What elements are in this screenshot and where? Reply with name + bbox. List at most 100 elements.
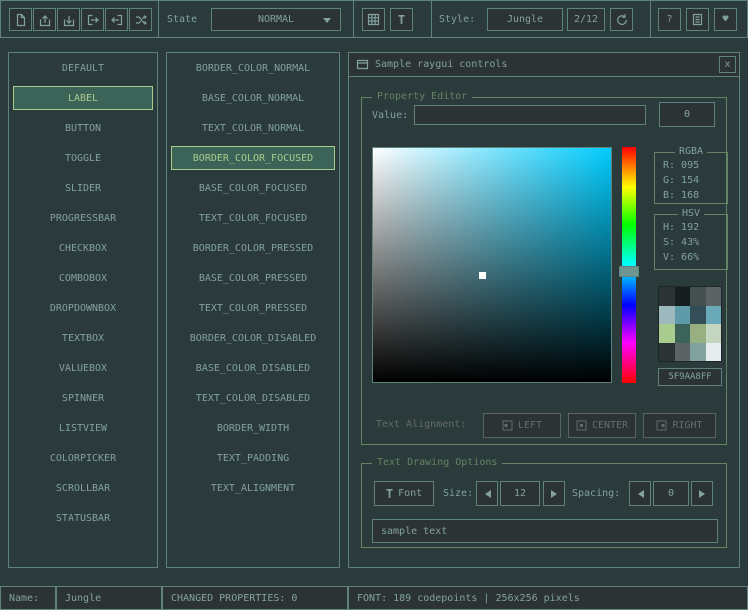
load-style-button[interactable] — [33, 8, 56, 31]
controls-list: DEFAULT LABEL BUTTON TOGGLE SLIDER PROGR… — [8, 52, 158, 568]
control-list-item[interactable]: TEXTBOX — [13, 326, 153, 350]
control-list-item[interactable]: SPINNER — [13, 386, 153, 410]
value-input[interactable] — [414, 105, 646, 125]
control-list-item[interactable]: CHECKBOX — [13, 236, 153, 260]
property-list-item[interactable]: TEXT_PADDING — [171, 446, 335, 470]
property-list-item[interactable]: TEXT_COLOR_FOCUSED — [171, 206, 335, 230]
window-title: Sample raygui controls — [375, 59, 507, 70]
toolbar: State NORMAL T Style: Jungle 2/12 ? — [0, 0, 748, 38]
import-file-icon — [110, 13, 124, 27]
hue-bar[interactable] — [622, 147, 636, 383]
palette-swatch[interactable] — [706, 343, 722, 362]
state-label: State — [167, 1, 197, 37]
arrow-left-icon — [481, 490, 491, 498]
control-list-item[interactable]: VALUEBOX — [13, 356, 153, 380]
property-editor-title: Property Editor — [372, 91, 472, 102]
palette-swatch[interactable] — [659, 343, 675, 362]
hex-color-input[interactable]: 5F9AA8FF — [658, 368, 722, 386]
window-titlebar[interactable]: Sample raygui controls x — [349, 53, 739, 77]
control-list-item-selected[interactable]: LABEL — [13, 86, 153, 110]
help-icon: ? — [666, 14, 672, 25]
align-left-button[interactable]: LEFT — [483, 413, 561, 438]
control-list-item[interactable]: SLIDER — [13, 176, 153, 200]
property-list-item-selected[interactable]: BORDER_COLOR_FOCUSED — [171, 146, 335, 170]
palette-swatch[interactable] — [659, 324, 675, 343]
control-list-item[interactable]: DROPDOWNBOX — [13, 296, 153, 320]
property-list-item[interactable]: BORDER_COLOR_NORMAL — [171, 56, 335, 80]
spacing-value-box[interactable]: 0 — [653, 481, 689, 506]
text-alignment-label: Text Alignment: — [376, 419, 466, 430]
control-list-item[interactable]: DEFAULT — [13, 56, 153, 80]
property-list-item[interactable]: TEXT_COLOR_NORMAL — [171, 116, 335, 140]
value-counter-button[interactable]: 0 — [659, 102, 715, 127]
control-list-item[interactable]: PROGRESSBAR — [13, 206, 153, 230]
property-list-item[interactable]: BORDER_WIDTH — [171, 416, 335, 440]
property-list-item[interactable]: TEXT_ALIGNMENT — [171, 476, 335, 500]
palette-swatch[interactable] — [690, 324, 706, 343]
hex-color-value: 5F9AA8FF — [668, 372, 711, 382]
window-close-button[interactable]: x — [719, 56, 736, 73]
about-button[interactable] — [686, 8, 709, 31]
control-list-item[interactable]: STATUSBAR — [13, 506, 153, 530]
property-editor-group: Property Editor Value: 0 RGBA R: 095 G: … — [361, 97, 727, 445]
palette-swatch[interactable] — [706, 324, 722, 343]
control-list-item[interactable]: LISTVIEW — [13, 416, 153, 440]
spacing-increase-button[interactable] — [691, 481, 713, 506]
control-list-item[interactable]: BUTTON — [13, 116, 153, 140]
palette-swatch[interactable] — [690, 287, 706, 306]
property-list-item[interactable]: BASE_COLOR_FOCUSED — [171, 176, 335, 200]
size-increase-button[interactable] — [543, 481, 565, 506]
style-table-view-button[interactable] — [362, 8, 385, 31]
palette-swatch[interactable] — [706, 306, 722, 325]
property-list-item[interactable]: BASE_COLOR_NORMAL — [171, 86, 335, 110]
property-list-item[interactable]: BASE_COLOR_PRESSED — [171, 266, 335, 290]
property-list-item[interactable]: BASE_COLOR_DISABLED — [171, 356, 335, 380]
style-label: Style: — [439, 1, 475, 37]
sponsor-button[interactable]: ♥ — [714, 8, 737, 31]
property-list-item[interactable]: TEXT_COLOR_PRESSED — [171, 296, 335, 320]
control-list-item[interactable]: TOGGLE — [13, 146, 153, 170]
palette-swatch[interactable] — [675, 287, 691, 306]
color-picker-marker[interactable] — [479, 272, 486, 279]
palette-swatch[interactable] — [659, 306, 675, 325]
save-style-button[interactable] — [57, 8, 80, 31]
size-decrease-button[interactable] — [476, 481, 498, 506]
new-style-button[interactable] — [9, 8, 32, 31]
style-index-box[interactable]: 2/12 — [567, 8, 605, 31]
sample-text-input[interactable]: sample text — [372, 519, 718, 543]
import-style-button[interactable] — [105, 8, 128, 31]
align-right-button[interactable]: RIGHT — [643, 413, 716, 438]
palette-swatch[interactable] — [675, 343, 691, 362]
control-list-item[interactable]: COMBOBOX — [13, 266, 153, 290]
arrow-right-icon — [699, 490, 709, 498]
help-button[interactable]: ? — [658, 8, 681, 31]
property-list-item[interactable]: BORDER_COLOR_PRESSED — [171, 236, 335, 260]
palette-swatch[interactable] — [675, 324, 691, 343]
style-name-input[interactable]: Jungle — [56, 586, 162, 610]
spacing-decrease-button[interactable] — [629, 481, 651, 506]
align-left-label: LEFT — [518, 420, 542, 431]
property-list-item[interactable]: TEXT_COLOR_DISABLED — [171, 386, 335, 410]
style-name-text: Jungle — [65, 593, 101, 604]
font-button[interactable]: T Font — [374, 481, 434, 506]
hue-slider-handle[interactable] — [619, 266, 639, 277]
align-center-button[interactable]: CENTER — [568, 413, 636, 438]
style-name-button[interactable]: Jungle — [487, 8, 563, 31]
palette-swatch[interactable] — [659, 287, 675, 306]
randomize-style-button[interactable] — [129, 8, 152, 31]
palette-swatch[interactable] — [690, 343, 706, 362]
property-list-item[interactable]: BORDER_COLOR_DISABLED — [171, 326, 335, 350]
rguistyler-app: State NORMAL T Style: Jungle 2/12 ? — [0, 0, 748, 610]
palette-swatch[interactable] — [675, 306, 691, 325]
font-editor-button[interactable]: T — [390, 8, 413, 31]
palette-swatch[interactable] — [706, 287, 722, 306]
state-dropdown[interactable]: NORMAL — [211, 8, 341, 31]
color-saturation-value-panel[interactable] — [372, 147, 612, 383]
reload-style-button[interactable] — [610, 8, 633, 31]
control-list-item[interactable]: COLORPICKER — [13, 446, 153, 470]
size-value-box[interactable]: 12 — [500, 481, 540, 506]
palette-swatch[interactable] — [690, 306, 706, 325]
control-list-item[interactable]: SCROLLBAR — [13, 476, 153, 500]
export-style-button[interactable] — [81, 8, 104, 31]
window-icon — [356, 58, 369, 71]
